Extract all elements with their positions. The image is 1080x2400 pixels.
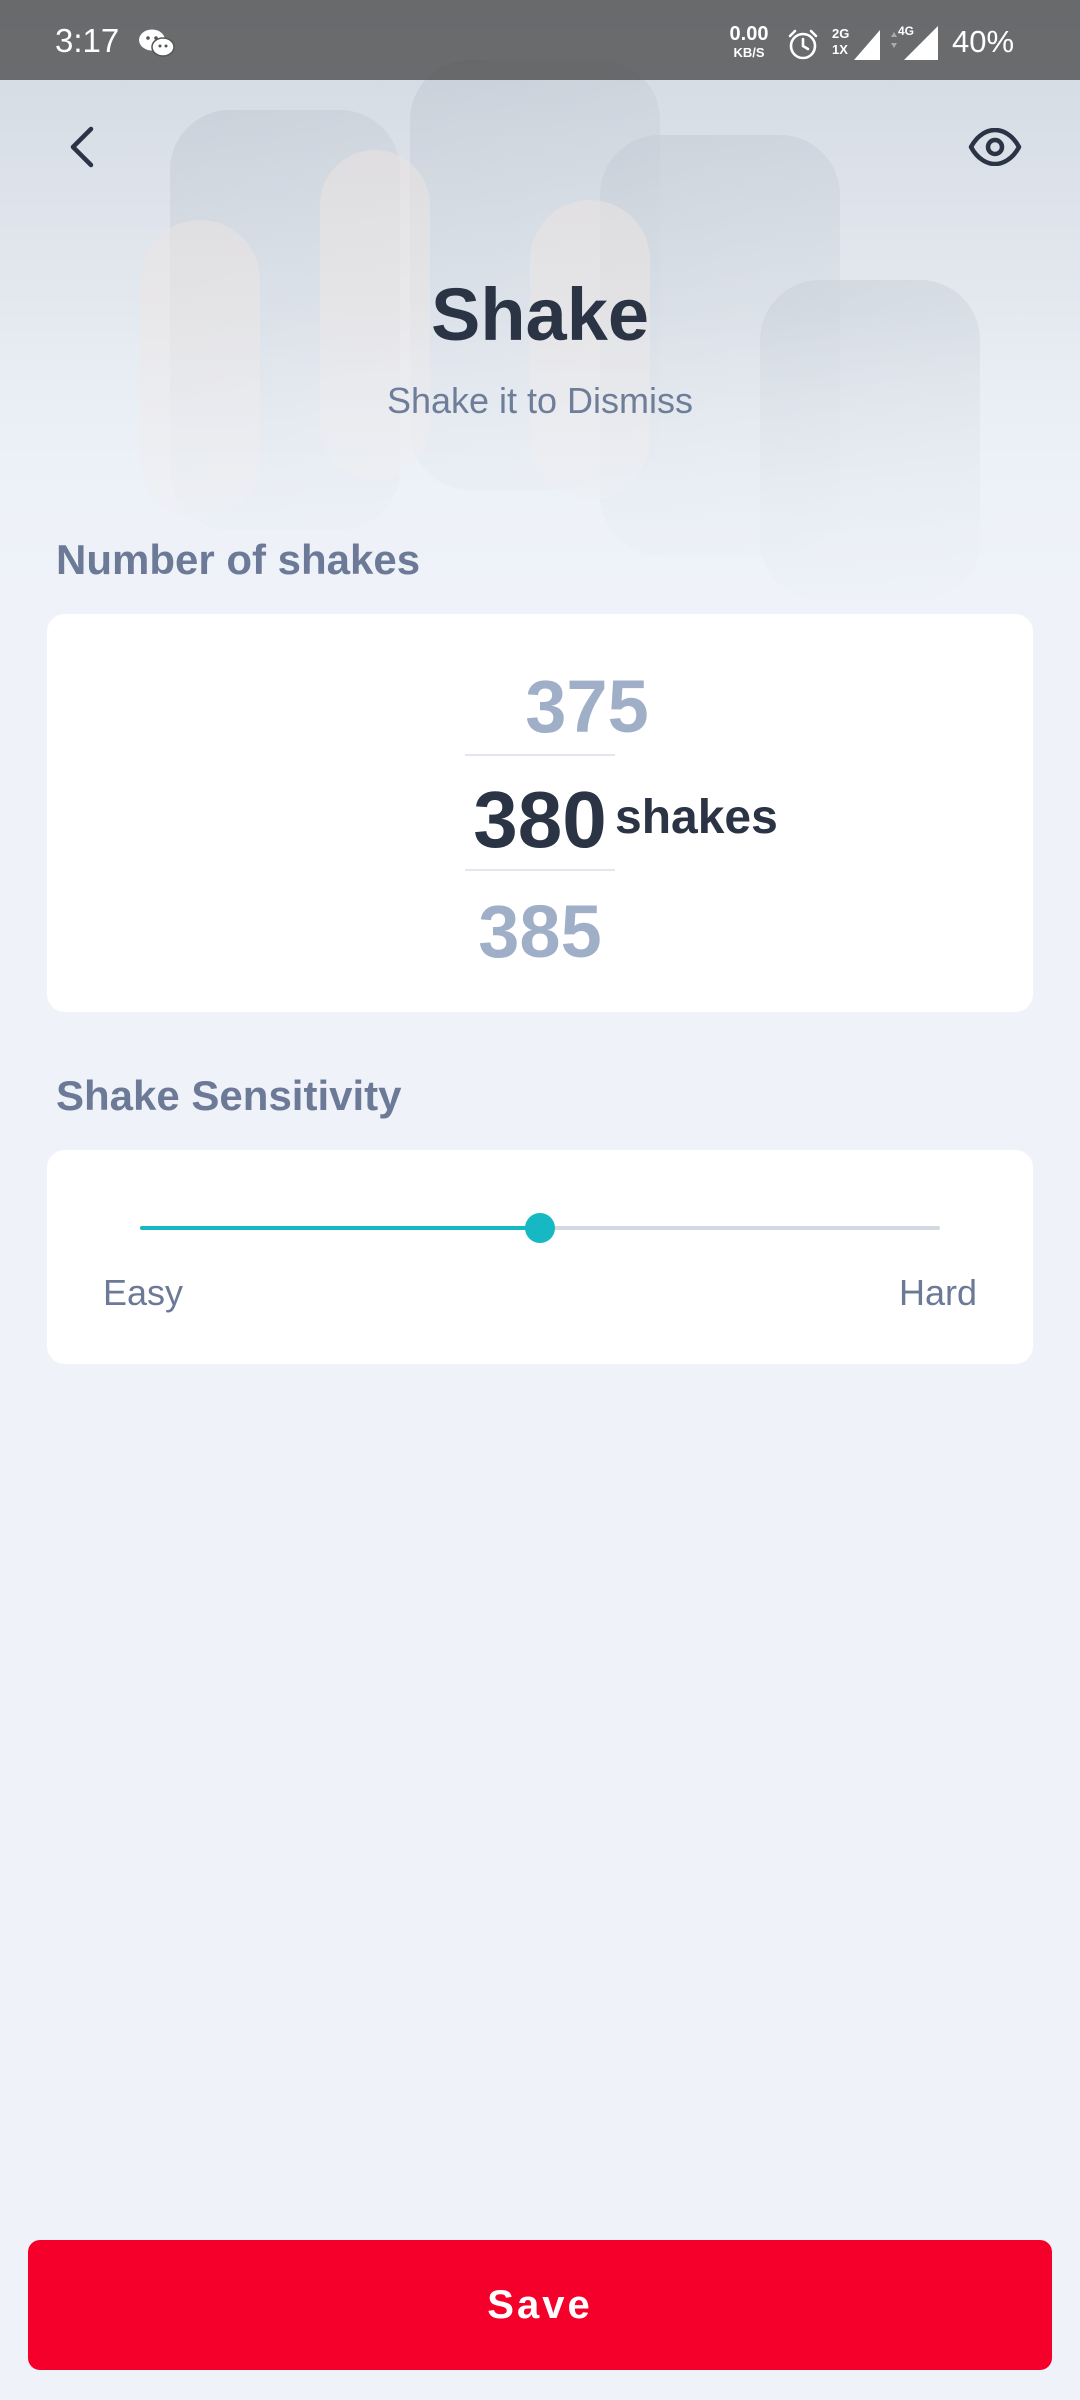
wechat-icon — [139, 29, 175, 57]
battery-level: 40% — [952, 24, 1015, 59]
slider-thumb[interactable] — [525, 1213, 555, 1243]
status-time: 3:17 — [55, 22, 120, 59]
signal-2g-icon: 2G 1X — [832, 26, 882, 62]
slider-fill — [140, 1226, 540, 1230]
chevron-left-icon — [70, 126, 94, 168]
back-button[interactable] — [52, 112, 112, 182]
preview-button[interactable] — [960, 112, 1030, 182]
picker-value-above[interactable]: 375 — [507, 664, 667, 749]
signal-4g-icon: 4G — [890, 24, 938, 62]
picker-value-selected[interactable]: 380 — [465, 774, 615, 866]
picker-value-below[interactable]: 385 — [465, 889, 615, 974]
eye-icon — [968, 128, 1022, 166]
network-speed: 0.00 KB/S — [729, 23, 769, 60]
sensitivity-section-label: Shake Sensitivity — [56, 1072, 402, 1119]
shakes-picker-card: 375 380 shakes 385 — [47, 614, 1033, 1012]
slider-min-label: Easy — [103, 1272, 184, 1313]
status-bar: 3:17 0.00 KB/S 2G 1X 4G 40% — [0, 0, 1080, 80]
picker-divider-bottom — [465, 869, 615, 871]
page-subtitle: Shake it to Dismiss — [386, 380, 694, 421]
page-title: Shake — [430, 273, 650, 356]
sensitivity-slider[interactable] — [140, 1213, 940, 1243]
save-button[interactable]: Save — [28, 2240, 1052, 2370]
alarm-icon — [788, 29, 818, 60]
picker-divider-top — [465, 754, 615, 756]
sensitivity-card: Easy Hard — [47, 1150, 1033, 1364]
slider-max-label: Hard — [898, 1272, 977, 1313]
picker-unit-label: shakes — [615, 791, 778, 844]
shakes-section-label: Number of shakes — [56, 536, 421, 583]
